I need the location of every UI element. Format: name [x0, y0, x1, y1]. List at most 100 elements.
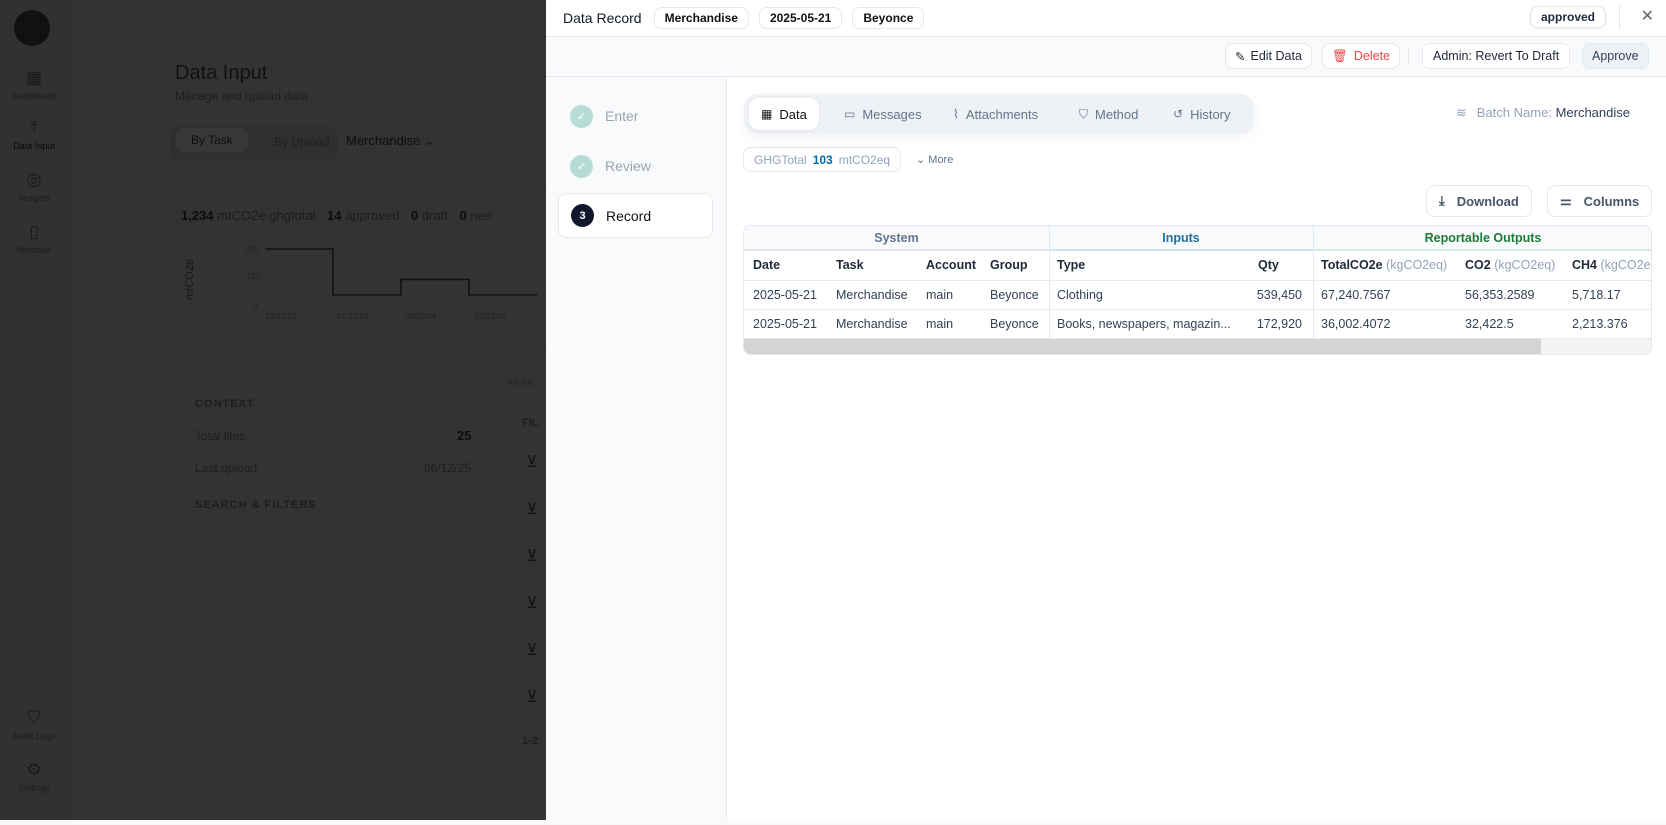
column-divider	[1313, 226, 1314, 339]
cart-icon: ⊻	[526, 642, 538, 659]
app-logo	[14, 10, 50, 46]
record-tabs: ▦ Data ▭ Messages ⌇ Attachments ⛉ Method ↺ Hi…	[744, 94, 1254, 134]
col-ch4[interactable]: CH4 (kgCO2e	[1572, 258, 1651, 272]
nav-insights[interactable]: ◎ Insights	[0, 170, 68, 203]
check-circle-icon: ✓	[570, 154, 593, 178]
nav-methods[interactable]: ▯ Methods	[0, 222, 68, 255]
task-chip: Merchandise	[653, 7, 749, 29]
page-title: Data Input	[175, 62, 268, 84]
message-icon: ▭	[844, 107, 856, 121]
close-icon[interactable]: ✕	[1641, 6, 1654, 26]
background-page: ▦ Dashboard ⤒ Data Input ◎ Insights ▯ Method…	[0, 0, 546, 820]
col-task[interactable]: Task	[836, 258, 864, 272]
summary-stats: 1,234 mtCO2e ghgtotal · 14 approved · 0 …	[181, 208, 492, 223]
shield-icon: ⛉	[1079, 106, 1089, 121]
modal-backdrop[interactable]	[0, 0, 546, 820]
group-header-system: System	[744, 226, 1049, 251]
nav-data-input[interactable]: ⤒ Data Input	[0, 118, 68, 151]
group-header-inputs: Inputs	[1049, 226, 1313, 251]
cart-icon: ⊻	[526, 689, 538, 706]
layers-icon: ≋	[1455, 105, 1467, 120]
col-group[interactable]: Group	[990, 258, 1028, 272]
sidebar: ▦ Dashboard ⤒ Data Input ◎ Insights ▯ Method…	[0, 0, 70, 820]
cell-task: Merchandise	[836, 317, 908, 331]
cell-totalco2e: 36,002.4072	[1321, 317, 1391, 331]
revert-to-draft-button[interactable]: Admin: Revert To Draft	[1422, 43, 1571, 69]
cell-group: Beyonce	[990, 317, 1039, 331]
cell-co2: 32,422.5	[1465, 317, 1514, 331]
cell-totalco2e: 67,240.7567	[1321, 288, 1391, 302]
series-line	[265, 248, 537, 296]
book-icon: ▯	[29, 222, 39, 241]
cell-account: main	[926, 288, 954, 302]
cart-icon: ⊻	[526, 501, 538, 518]
approve-button[interactable]: Approve	[1582, 43, 1649, 69]
nav-dashboard[interactable]: ▦ Dashboard	[0, 68, 68, 101]
tab-attachments[interactable]: ⌇ Attachments	[941, 98, 1050, 130]
delete-button[interactable]: 🗑 Delete	[1322, 43, 1401, 69]
panel-title: Data Record	[563, 10, 642, 26]
group-header-outputs: Reportable Outputs	[1313, 226, 1651, 251]
cell-date: 2025-05-21	[753, 317, 817, 331]
edit-data-button[interactable]: ✎ Edit Data	[1225, 43, 1312, 69]
scrollbar-thumb[interactable]	[744, 339, 1541, 354]
table-icon: ▦	[761, 107, 773, 121]
col-date[interactable]: Date	[753, 258, 780, 272]
files-heading: FILES	[508, 378, 534, 388]
col-type[interactable]: Type	[1057, 258, 1085, 272]
shield-check-icon: ⛉	[27, 708, 41, 727]
step-record[interactable]: 3 Record	[558, 193, 713, 238]
cell-qty: 539,450	[1256, 288, 1302, 302]
view-toggle: By Task By Upload	[170, 125, 338, 161]
batch-name: ≋ Batch Name: Merchandise	[1455, 105, 1630, 120]
cell-co2: 56,353.2589	[1465, 288, 1535, 302]
download-button[interactable]: ⤓ Download	[1426, 185, 1532, 217]
y-tick: 0	[253, 301, 258, 310]
compass-icon: ◎	[26, 170, 42, 189]
cell-type: Books, newspapers, magazin...	[1057, 317, 1231, 331]
panel-header: Data Record Merchandise 2025-05-21 Beyon…	[546, 0, 1666, 37]
step-enter[interactable]: ✓ Enter	[558, 94, 713, 138]
col-qty[interactable]: Qty	[1258, 258, 1279, 272]
files-column: FIL	[522, 417, 539, 429]
cell-type: Clothing	[1057, 288, 1103, 302]
cart-icon: ⊻	[526, 454, 538, 471]
nav-settings[interactable]: ⚙ Settings	[0, 760, 68, 793]
task-select[interactable]: Merchandise ⌄	[346, 133, 435, 149]
nav-audit-logs[interactable]: ⛉ Audit Logs	[0, 708, 68, 741]
col-totalco2e[interactable]: TotalCO2e (kgCO2eq)	[1321, 258, 1447, 272]
emissions-chart: mtCO2e 220 110 0 12/31/23 01/31/24 02/29…	[185, 245, 537, 320]
step-review[interactable]: ✓ Review	[558, 144, 713, 188]
paperclip-icon: ⌇	[953, 107, 959, 121]
tab-by-upload[interactable]: By Upload	[274, 133, 329, 151]
total-files-label: Total files	[195, 429, 246, 443]
cell-ch4: 5,718.17	[1572, 288, 1621, 302]
search-filters-toggle[interactable]: SEARCH & FILTERS	[195, 499, 317, 511]
more-button[interactable]: ⌄ More	[916, 153, 953, 166]
workflow-steps: ✓ Enter ✓ Review 3 Record	[546, 77, 727, 820]
page-subtitle: Manage and upload data	[175, 89, 308, 103]
pencil-icon: ✎	[1235, 49, 1246, 64]
pager: 1-2	[522, 735, 538, 747]
check-circle-icon: ✓	[570, 104, 593, 128]
action-bar: ✎ Edit Data 🗑 Delete Admin: Revert To Draf…	[546, 37, 1666, 77]
row-divider	[744, 280, 1651, 281]
tab-data[interactable]: ▦ Data	[749, 98, 819, 130]
cell-group: Beyonce	[990, 288, 1039, 302]
tab-by-task[interactable]: By Task	[176, 128, 248, 152]
step-number: 3	[571, 204, 594, 227]
history-icon: ↺	[1173, 107, 1184, 121]
tab-messages[interactable]: ▭ Messages	[832, 98, 934, 130]
tab-history[interactable]: ↺ History	[1161, 98, 1243, 130]
context-heading: CONTEXT	[195, 398, 255, 410]
columns-button[interactable]: ⚌ Columns	[1547, 185, 1653, 217]
last-upload-label: Last upload	[195, 461, 258, 475]
cell-account: main	[926, 317, 954, 331]
tab-method[interactable]: ⛉ Method	[1067, 98, 1150, 130]
divider	[1619, 5, 1620, 29]
horizontal-scrollbar[interactable]	[744, 339, 1651, 354]
col-co2[interactable]: CO2 (kgCO2eq)	[1465, 258, 1555, 272]
group-chip: Beyonce	[852, 7, 925, 29]
col-account[interactable]: Account	[926, 258, 976, 272]
download-icon: ⤓	[1439, 193, 1445, 208]
